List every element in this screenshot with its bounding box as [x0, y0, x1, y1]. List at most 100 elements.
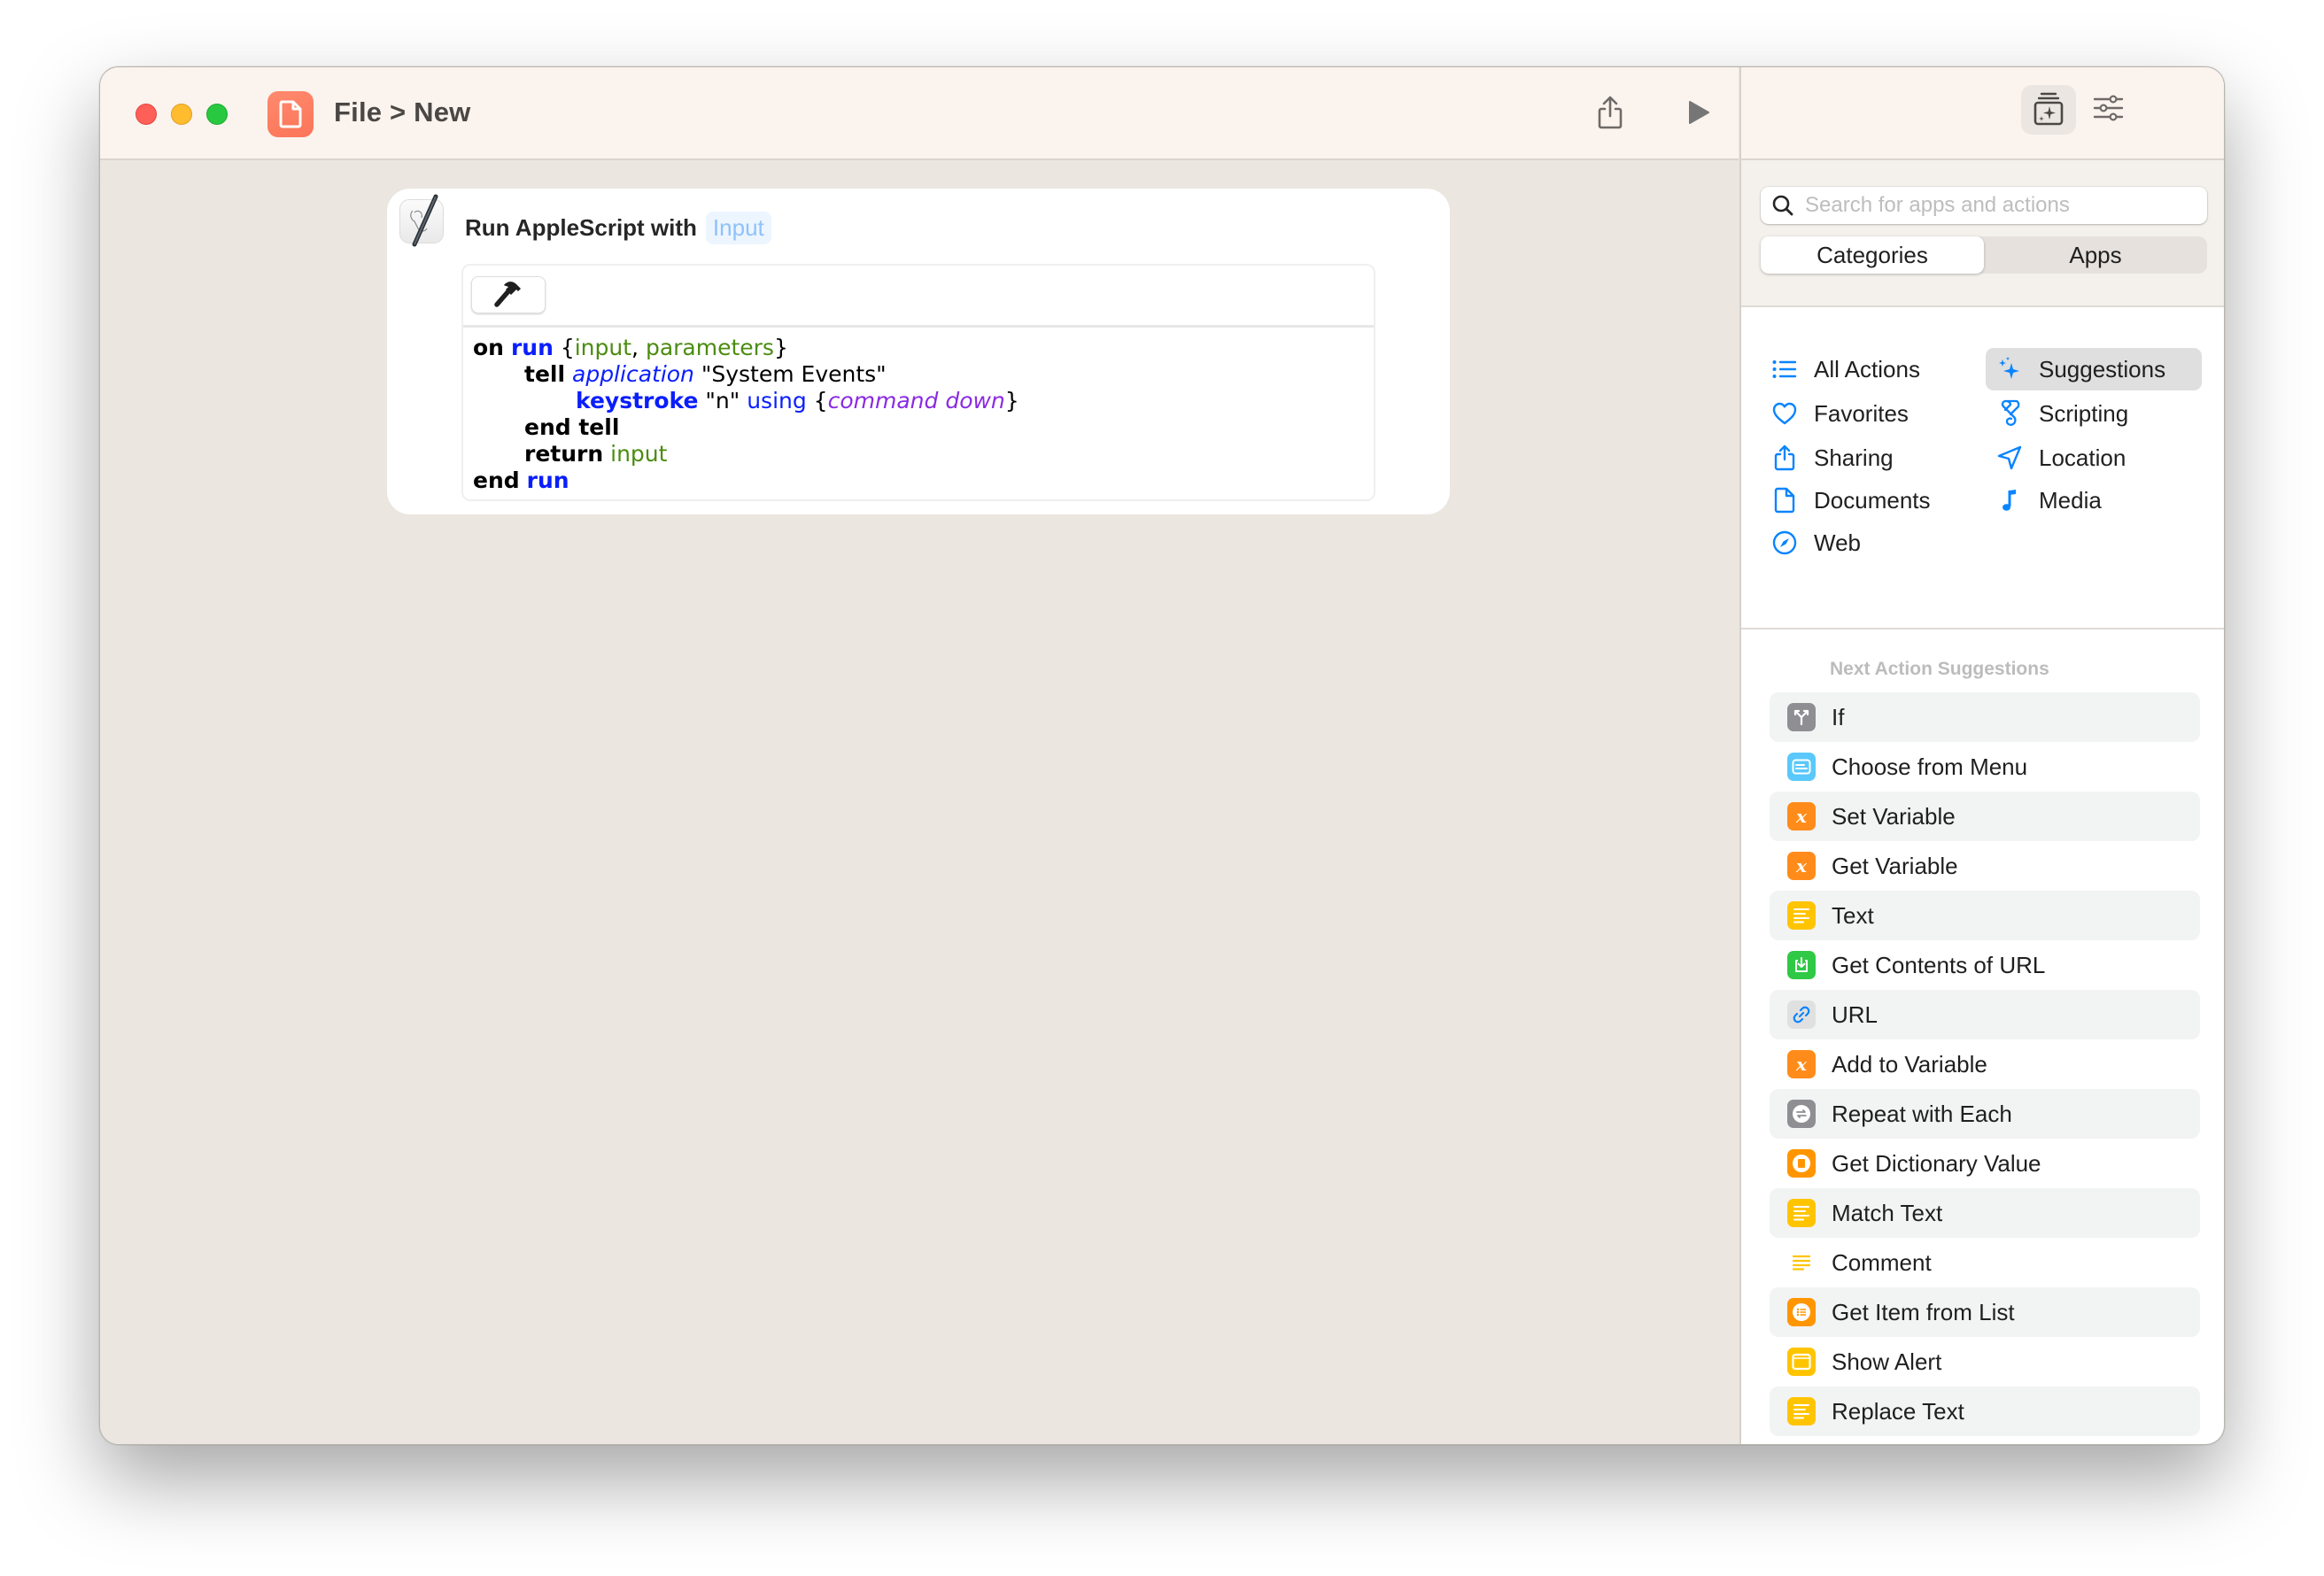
category-label: All Actions [1814, 355, 1920, 382]
suggestion-get-contents-of-url[interactable]: Get Contents of URL [1770, 940, 2200, 990]
action-title-text: Run AppleScript with [465, 214, 697, 241]
shortcuts-window: File > New Run AppleScript with Input on… [99, 66, 2225, 1445]
link-icon [1787, 1000, 1816, 1029]
scroll-icon [1996, 399, 2023, 427]
category-label: Documents [1814, 486, 1931, 514]
search-field[interactable] [1761, 187, 2207, 224]
segment-categories[interactable]: Categories [1761, 236, 1984, 274]
suggestion-label: URL [1832, 1000, 1879, 1028]
code-line: end run [473, 467, 1374, 494]
sliders-icon [2093, 94, 2125, 127]
repeat-icon [1787, 1100, 1816, 1128]
code-token: "n" [698, 388, 748, 413]
shortcut-editor-canvas[interactable]: Run AppleScript with Input on run {input… [100, 160, 1739, 1444]
dictionary-icon [1787, 1149, 1816, 1178]
code-token: run [526, 467, 569, 493]
category-location[interactable]: Location [1986, 436, 2202, 479]
action-card-run-applescript[interactable]: Run AppleScript with Input on run {input… [387, 189, 1450, 514]
run-button[interactable] [1677, 92, 1721, 136]
suggestion-label: Get Contents of URL [1832, 951, 2046, 978]
alert-window-icon [1787, 1348, 1816, 1376]
code-token: run [510, 335, 554, 360]
suggestions-list: If Choose from Menu x Set Variable x Get Vari… [1770, 692, 2200, 1444]
minimize-button[interactable] [171, 104, 192, 125]
play-icon [1686, 99, 1711, 130]
suggestion-label: If [1832, 703, 1845, 730]
share-button[interactable] [1588, 92, 1632, 136]
category-all-actions[interactable]: All Actions [1761, 348, 1973, 390]
suggestion-if[interactable]: If [1770, 692, 2200, 742]
category-suggestions[interactable]: Suggestions [1986, 348, 2202, 390]
input-variable-token[interactable]: Input [705, 212, 771, 244]
suggestion-label: Choose from Menu [1832, 753, 2028, 780]
category-label: Web [1814, 529, 1861, 556]
suggestion-label: Repeat with Each [1832, 1100, 2012, 1127]
suggestion-get-variable[interactable]: x Get Variable [1770, 841, 2200, 891]
category-media[interactable]: Media [1986, 479, 2202, 521]
category-sharing[interactable]: Sharing [1761, 436, 1973, 479]
text-lines-icon [1787, 1199, 1816, 1227]
section-divider [1741, 628, 2224, 630]
suggestion-label: Match Text [1832, 1199, 1943, 1226]
zoom-button[interactable] [206, 104, 228, 125]
text-lines-icon [1787, 1397, 1816, 1425]
code-token: "System Events" [693, 361, 887, 387]
segment-apps[interactable]: Apps [1984, 236, 2207, 274]
action-library-icon [2033, 90, 2064, 130]
text-lines-icon [1787, 901, 1816, 930]
action-library-button[interactable] [2021, 85, 2076, 135]
suggestion-show-alert[interactable]: Show Alert [1770, 1337, 2200, 1387]
code-line: on run {input, parameters} [473, 335, 1374, 361]
details-settings-button[interactable] [2081, 85, 2136, 135]
suggestion-label: Get Item from List [1832, 1298, 2015, 1325]
document-icon [1771, 487, 1798, 514]
category-web[interactable]: Web [1761, 521, 1973, 564]
suggestion-stop-this-shortcut[interactable]: Stop This Shortcut [1770, 1436, 2200, 1444]
search-input[interactable] [1805, 193, 2195, 218]
suggestion-get-dictionary-value[interactable]: Get Dictionary Value [1770, 1139, 2200, 1188]
applescript-editor[interactable]: on run {input, parameters} tell applicati… [461, 264, 1375, 501]
script-editor-icon [399, 194, 444, 247]
suggestion-comment[interactable]: Comment [1770, 1238, 2200, 1287]
compass-icon [1771, 529, 1798, 556]
code-line: return input [473, 441, 1374, 467]
comment-lines-icon [1787, 1248, 1816, 1277]
title-bar: File > New [100, 67, 1739, 160]
share-icon [1597, 95, 1623, 135]
list-icon [1771, 356, 1798, 382]
shortcut-title[interactable]: File > New [334, 97, 470, 128]
code-token: command down [827, 388, 1005, 413]
code-token: parameters [645, 335, 774, 360]
suggestion-get-item-from-list[interactable]: Get Item from List [1770, 1287, 2200, 1337]
applescript-code[interactable]: on run {input, parameters} tell applicati… [463, 328, 1374, 494]
actions-sidebar: Categories Apps All Actions Suggestions … [1739, 160, 2224, 1444]
category-favorites[interactable]: Favorites [1761, 392, 1973, 435]
category-label: Scripting [2039, 399, 2129, 427]
code-token: on [473, 335, 504, 360]
close-button[interactable] [136, 104, 157, 125]
suggestion-set-variable[interactable]: x Set Variable [1770, 792, 2200, 841]
compile-button[interactable] [471, 276, 546, 313]
suggestions-header: Next Action Suggestions [1830, 659, 2049, 679]
suggestion-text[interactable]: Text [1770, 891, 2200, 940]
category-label: Media [2039, 486, 2102, 514]
code-token: } [773, 335, 788, 360]
category-label: Favorites [1814, 399, 1909, 427]
suggestion-choose-from-menu[interactable]: Choose from Menu [1770, 742, 2200, 792]
category-documents[interactable]: Documents [1761, 479, 1973, 521]
suggestion-url[interactable]: URL [1770, 990, 2200, 1039]
suggestion-repeat-with-each[interactable]: Repeat with Each [1770, 1089, 2200, 1139]
suggestion-add-to-variable[interactable]: x Add to Variable [1770, 1039, 2200, 1089]
code-token: { [553, 335, 575, 360]
suggestion-label: Add to Variable [1832, 1050, 1987, 1078]
suggestion-label: Comment [1832, 1248, 1932, 1276]
script-editor-toolbar [463, 266, 1374, 328]
share-icon [1771, 444, 1798, 471]
suggestion-match-text[interactable]: Match Text [1770, 1188, 2200, 1238]
suggestion-replace-text[interactable]: Replace Text [1770, 1387, 2200, 1436]
location-arrow-icon [1996, 444, 2023, 471]
category-scripting[interactable]: Scripting [1986, 392, 2202, 435]
library-segmented-control: Categories Apps [1761, 236, 2207, 274]
